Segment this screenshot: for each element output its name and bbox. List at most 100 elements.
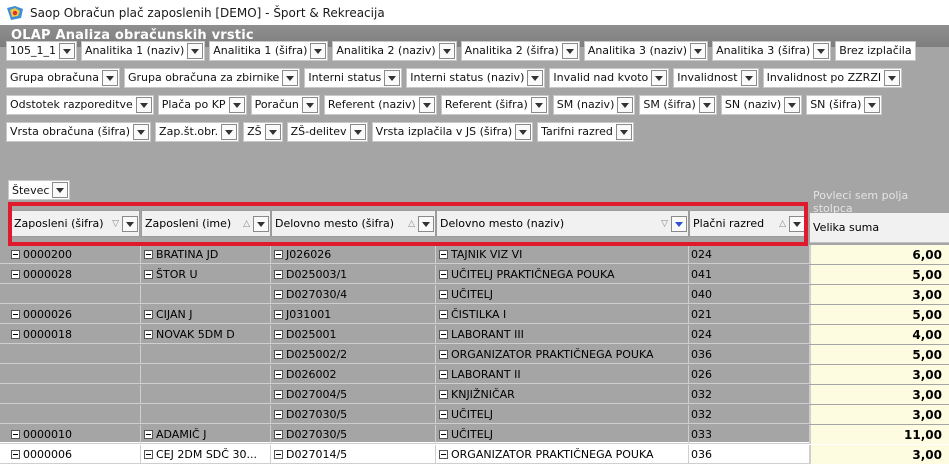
filter-field-chip[interactable]: ZŠ-delitev bbox=[286, 121, 368, 142]
collapse-icon[interactable] bbox=[439, 430, 448, 439]
chevron-down-icon[interactable] bbox=[698, 96, 715, 113]
collapse-icon[interactable] bbox=[274, 330, 283, 339]
collapse-icon[interactable] bbox=[274, 370, 283, 379]
filter-field-chip[interactable]: Vrsta izplačila v JS (šifra) bbox=[371, 121, 534, 142]
chevron-down-icon[interactable] bbox=[527, 69, 544, 86]
chevron-down-icon[interactable] bbox=[101, 69, 118, 86]
collapse-icon[interactable] bbox=[144, 310, 153, 319]
chevron-down-icon[interactable] bbox=[438, 42, 455, 59]
collapse-icon[interactable] bbox=[11, 270, 20, 279]
filter-field-chip[interactable]: Tarifni razred bbox=[537, 121, 634, 142]
filter-field-chip[interactable]: Invalid nad kvoto bbox=[549, 67, 670, 88]
filter-field-chip[interactable]: Analitika 1 (šifra) bbox=[209, 40, 329, 61]
chevron-down-icon[interactable] bbox=[264, 123, 281, 140]
collapse-icon[interactable] bbox=[11, 250, 20, 259]
filter-field-chip[interactable]: Analitika 1 (naziv) bbox=[81, 40, 206, 61]
chevron-down-icon[interactable] bbox=[122, 215, 138, 232]
data-field-chip[interactable]: Števec bbox=[8, 180, 71, 200]
collapse-icon[interactable] bbox=[439, 330, 448, 339]
collapse-icon[interactable] bbox=[274, 250, 283, 259]
chevron-down-icon[interactable] bbox=[135, 96, 152, 113]
chevron-down-icon[interactable] bbox=[671, 215, 687, 232]
chevron-down-icon[interactable] bbox=[864, 96, 881, 113]
row-header-field[interactable]: Plačni razred △ bbox=[689, 210, 807, 237]
chevron-down-icon[interactable] bbox=[384, 69, 401, 86]
collapse-icon[interactable] bbox=[439, 450, 448, 459]
filter-field-chip[interactable]: SN (šifra) bbox=[806, 94, 883, 115]
collapse-icon[interactable] bbox=[439, 370, 448, 379]
row-header-field[interactable]: Zaposleni (šifra) ▽ bbox=[10, 210, 140, 237]
row-header-field[interactable]: Delovno mesto (naziv) ▽ bbox=[436, 210, 689, 237]
collapse-icon[interactable] bbox=[274, 450, 283, 459]
collapse-icon[interactable] bbox=[274, 430, 283, 439]
chevron-down-icon[interactable] bbox=[52, 182, 69, 198]
filter-field-chip[interactable]: Analitika 3 (šifra) bbox=[712, 40, 832, 61]
collapse-icon[interactable] bbox=[439, 350, 448, 359]
chevron-down-icon[interactable] bbox=[690, 42, 707, 59]
collapse-icon[interactable] bbox=[274, 410, 283, 419]
collapse-icon[interactable] bbox=[274, 310, 283, 319]
filter-field-chip[interactable]: Referent (šifra) bbox=[440, 94, 549, 115]
row-header-field[interactable]: Zaposleni (ime) △ bbox=[141, 210, 271, 237]
filter-field-chip[interactable]: Interni status bbox=[304, 67, 403, 88]
collapse-icon[interactable] bbox=[11, 430, 20, 439]
filter-field-chip[interactable]: ZŠ bbox=[243, 121, 283, 142]
filter-field-chip[interactable]: Analitika 3 (naziv) bbox=[583, 40, 709, 61]
chevron-down-icon[interactable] bbox=[59, 42, 75, 59]
filter-field-chip[interactable]: SM (naziv) bbox=[552, 94, 636, 115]
collapse-icon[interactable] bbox=[439, 410, 448, 419]
collapse-icon[interactable] bbox=[439, 310, 448, 319]
collapse-icon[interactable] bbox=[11, 450, 20, 459]
chevron-down-icon[interactable] bbox=[133, 123, 150, 140]
filter-field-chip[interactable]: Interni status (naziv) bbox=[406, 67, 546, 88]
collapse-icon[interactable] bbox=[274, 390, 283, 399]
chevron-down-icon[interactable] bbox=[789, 215, 805, 232]
collapse-icon[interactable] bbox=[439, 390, 448, 399]
chevron-down-icon[interactable] bbox=[418, 215, 434, 232]
chevron-down-icon[interactable] bbox=[884, 69, 901, 86]
chevron-down-icon[interactable] bbox=[418, 96, 435, 113]
filter-field-chip[interactable]: Grupa obračuna bbox=[6, 67, 120, 88]
chevron-down-icon[interactable] bbox=[187, 42, 204, 59]
filter-field-chip[interactable]: Invalidnost po ZZRZI bbox=[762, 67, 903, 88]
chevron-down-icon[interactable] bbox=[310, 42, 327, 59]
filter-field-chip[interactable]: Analitika 2 (šifra) bbox=[460, 40, 580, 61]
chevron-down-icon[interactable] bbox=[253, 215, 269, 232]
collapse-icon[interactable] bbox=[144, 270, 153, 279]
chevron-down-icon[interactable] bbox=[813, 42, 830, 59]
chevron-down-icon[interactable] bbox=[617, 96, 634, 113]
filter-field-chip[interactable]: Vrsta obračuna (šifra) bbox=[6, 121, 152, 142]
chevron-down-icon[interactable] bbox=[651, 69, 668, 86]
chevron-down-icon[interactable] bbox=[301, 96, 318, 113]
chevron-down-icon[interactable] bbox=[530, 96, 547, 113]
collapse-icon[interactable] bbox=[144, 430, 153, 439]
chevron-down-icon[interactable] bbox=[740, 69, 757, 86]
collapse-icon[interactable] bbox=[144, 250, 153, 259]
collapse-icon[interactable] bbox=[439, 270, 448, 279]
chevron-down-icon[interactable] bbox=[615, 123, 632, 140]
collapse-icon[interactable] bbox=[274, 270, 283, 279]
filter-field-chip[interactable]: Poračun bbox=[250, 94, 320, 115]
chevron-down-icon[interactable] bbox=[349, 123, 366, 140]
filter-field-chip[interactable]: Plača po KP bbox=[157, 94, 247, 115]
filter-field-chip[interactable]: SM (šifra) bbox=[639, 94, 717, 115]
filter-field-chip[interactable]: 105_1_1 bbox=[6, 40, 77, 61]
chevron-down-icon[interactable] bbox=[515, 123, 532, 140]
filter-field-chip[interactable]: Referent (naziv) bbox=[323, 94, 437, 115]
chevron-down-icon[interactable] bbox=[282, 69, 299, 86]
filter-field-chip[interactable]: Grupa obračuna za zbirnike bbox=[123, 67, 301, 88]
filter-field-chip[interactable]: Invalidnost bbox=[673, 67, 759, 88]
chevron-down-icon[interactable] bbox=[221, 123, 238, 140]
filter-field-chip[interactable]: Brez izplačila bbox=[835, 40, 916, 61]
collapse-icon[interactable] bbox=[439, 290, 448, 299]
collapse-icon[interactable] bbox=[11, 330, 20, 339]
collapse-icon[interactable] bbox=[439, 250, 448, 259]
chevron-down-icon[interactable] bbox=[228, 96, 245, 113]
collapse-icon[interactable] bbox=[144, 330, 153, 339]
chevron-down-icon[interactable] bbox=[784, 96, 801, 113]
filter-field-chip[interactable]: Analitika 2 (naziv) bbox=[332, 40, 457, 61]
chevron-down-icon[interactable] bbox=[561, 42, 578, 59]
filter-field-chip[interactable]: Zap.št.obr. bbox=[155, 121, 240, 142]
collapse-icon[interactable] bbox=[11, 310, 20, 319]
row-header-field[interactable]: Delovno mesto (šifra) △ bbox=[271, 210, 436, 237]
